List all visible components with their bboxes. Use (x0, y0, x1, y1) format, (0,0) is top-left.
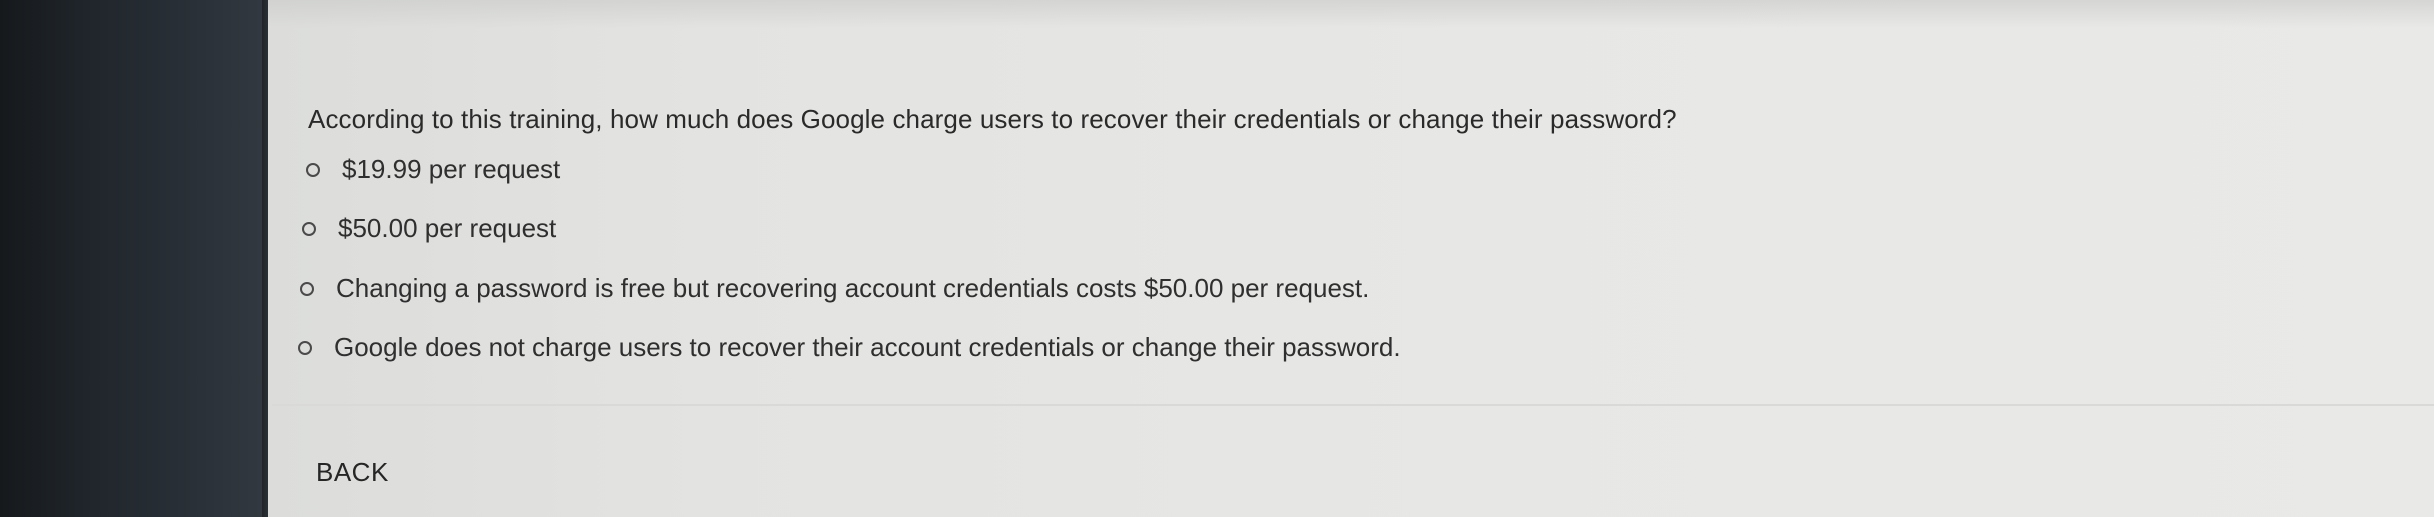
radio-button-icon[interactable] (298, 340, 312, 355)
answer-option-4[interactable]: Google does not charge users to recover … (298, 332, 1401, 363)
back-button[interactable]: BACK (316, 457, 389, 488)
answer-option-label: $19.99 per request (342, 154, 561, 184)
monitor-bezel (0, 0, 268, 517)
answer-option-2[interactable]: $50.00 per request (302, 213, 556, 244)
answer-option-1[interactable]: $19.99 per request (306, 154, 560, 185)
answer-option-label: Google does not charge users to recover … (334, 332, 1401, 362)
answer-option-3[interactable]: Changing a password is free but recoveri… (300, 273, 1369, 304)
question-text: According to this training, how much doe… (308, 104, 1677, 134)
answer-option-label: Changing a password is free but recoveri… (336, 273, 1370, 303)
top-shade (268, 0, 2434, 28)
radio-button-icon[interactable] (300, 281, 314, 296)
quiz-screen (268, 0, 2434, 517)
answer-option-label: $50.00 per request (338, 213, 557, 243)
radio-button-icon[interactable] (306, 162, 320, 177)
section-divider (272, 404, 2434, 406)
radio-button-icon[interactable] (302, 221, 316, 236)
